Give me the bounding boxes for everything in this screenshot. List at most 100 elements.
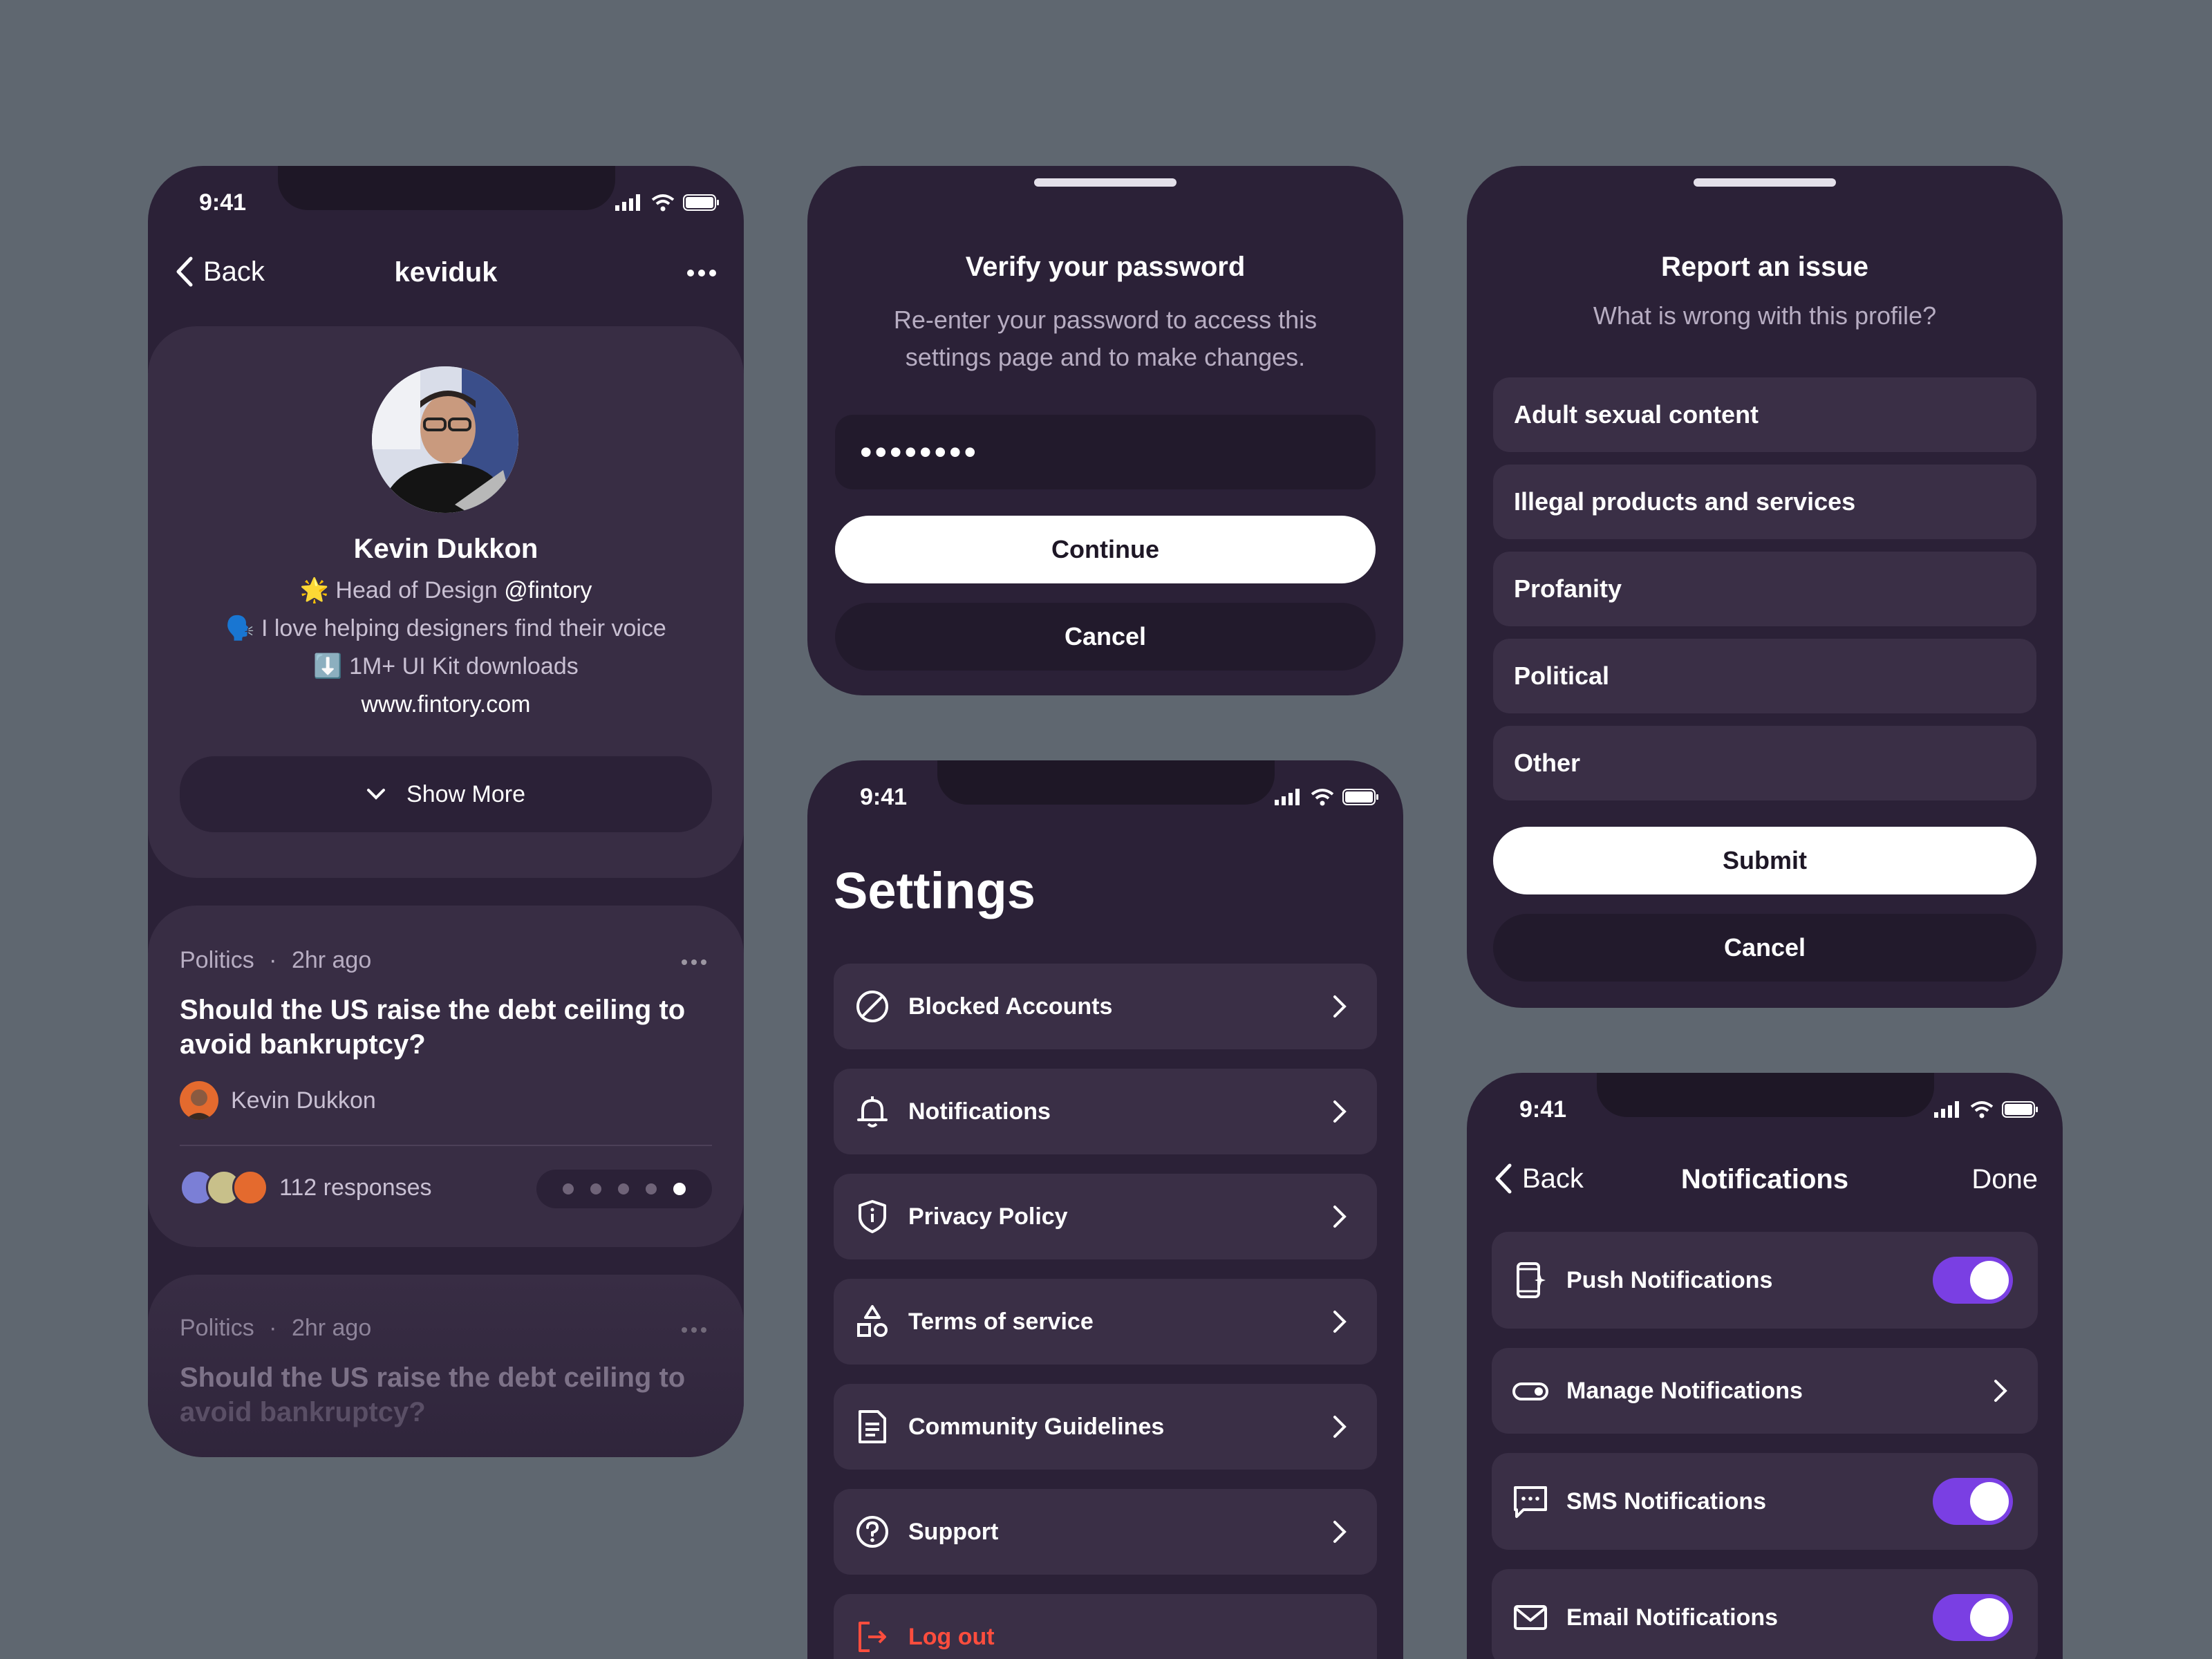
report-option-label: Adult sexual content: [1514, 400, 1759, 429]
battery-icon: [2002, 1101, 2038, 1118]
chevron-right-icon: [1994, 1380, 2007, 1402]
help-icon: [856, 1516, 888, 1548]
notification-item-manage[interactable]: Manage Notifications: [1492, 1348, 2038, 1434]
report-option-label: Other: [1514, 749, 1581, 777]
report-option-label: Profanity: [1514, 574, 1622, 603]
status-time: 9:41: [860, 784, 908, 810]
settings-screen: 9:41 Settings Blocked Accounts Notificat…: [807, 760, 1403, 1659]
chat-bubble-icon: [1514, 1486, 1547, 1518]
settings-title: Settings: [834, 862, 1035, 919]
status-time: 9:41: [199, 189, 247, 216]
report-option[interactable]: Other: [1493, 726, 2036, 800]
cancel-button[interactable]: Cancel: [835, 603, 1376, 671]
status-icons: [1934, 1100, 2039, 1118]
post-options-icon[interactable]: [682, 1327, 706, 1333]
bio-handle[interactable]: @fintory: [504, 577, 592, 603]
bio-line-2: 🗣️ I love helping designers find their v…: [148, 615, 744, 642]
verify-password-sheet: Verify your password Re-enter your passw…: [807, 166, 1403, 695]
sheet-handle[interactable]: [1694, 178, 1836, 187]
post-author[interactable]: Kevin Dukkon: [180, 1081, 376, 1120]
bio-line-1: 🌟 Head of Design @fintory: [148, 577, 744, 604]
speech-emoji-icon: 🗣️: [225, 615, 255, 641]
post-options-icon[interactable]: [682, 959, 706, 965]
bell-icon: [857, 1096, 888, 1127]
post-title-line: avoid bankruptcy?: [180, 1029, 426, 1060]
post-title-line: avoid bankruptcy?: [180, 1397, 426, 1427]
report-option[interactable]: Political: [1493, 639, 2036, 713]
toggle-switch-icon: [1512, 1382, 1548, 1400]
page-dot[interactable]: [590, 1183, 601, 1194]
notification-item-push[interactable]: Push Notifications: [1492, 1232, 2038, 1329]
blocked-icon: [856, 991, 888, 1022]
report-option-label: Political: [1514, 662, 1610, 690]
page-dot[interactable]: [618, 1183, 629, 1194]
report-option[interactable]: Adult sexual content: [1493, 377, 2036, 452]
notification-item-label: SMS Notifications: [1566, 1488, 1767, 1515]
logout-label: Log out: [908, 1623, 995, 1650]
show-more-button[interactable]: Show More: [180, 756, 712, 832]
status-time: 9:41: [1519, 1096, 1567, 1123]
bio-downloads: 1M+ UI Kit downloads: [349, 653, 579, 679]
post-time: 2hr ago: [291, 1315, 372, 1341]
post-meta: Politics · 2hr ago: [180, 1315, 372, 1341]
settings-item-blocked-accounts[interactable]: Blocked Accounts: [834, 964, 1377, 1049]
cancel-button[interactable]: Cancel: [1493, 914, 2036, 982]
chevron-right-icon: [1333, 1521, 1347, 1543]
push-notifications-toggle[interactable]: [1933, 1257, 2013, 1304]
post-card[interactable]: Politics · 2hr ago Should the US raise t…: [148, 906, 744, 1247]
settings-item-community-guidelines[interactable]: Community Guidelines: [834, 1384, 1377, 1470]
settings-item-terms-of-service[interactable]: Terms of service: [834, 1279, 1377, 1365]
document-icon: [859, 1410, 886, 1443]
report-option[interactable]: Illegal products and services: [1493, 465, 2036, 539]
report-subtitle: What is wrong with this profile?: [1593, 301, 1937, 330]
report-option[interactable]: Profanity: [1493, 552, 2036, 626]
post-responses[interactable]: 112 responses: [180, 1170, 432, 1206]
chevron-right-icon: [1333, 1416, 1347, 1438]
shapes-icon: [857, 1305, 888, 1337]
signal-icon: [1275, 789, 1300, 805]
post-pagination[interactable]: [536, 1170, 712, 1208]
continue-button[interactable]: Continue: [835, 516, 1376, 583]
page-dot[interactable]: [646, 1183, 657, 1194]
profile-name: Kevin Dukkon: [353, 534, 538, 564]
page-dot[interactable]: [563, 1183, 574, 1194]
notification-item-email[interactable]: Email Notifications: [1492, 1569, 2038, 1659]
chevron-right-icon: [1333, 1100, 1347, 1123]
email-notifications-toggle[interactable]: [1933, 1594, 2013, 1641]
post-category[interactable]: Politics: [180, 947, 254, 973]
avatar[interactable]: [372, 366, 518, 513]
profile-website-link[interactable]: www.fintory.com: [148, 691, 744, 718]
more-options-icon[interactable]: [687, 270, 716, 276]
password-input[interactable]: ••••••••: [835, 415, 1376, 489]
post-title-line: Should the US raise the debt ceiling to: [180, 1362, 686, 1393]
signal-icon: [615, 194, 640, 211]
shield-icon: [859, 1200, 886, 1233]
device-notch: [937, 760, 1275, 805]
settings-item-notifications[interactable]: Notifications: [834, 1069, 1377, 1154]
phone-sparkle-icon: [1517, 1262, 1546, 1298]
settings-item-support[interactable]: Support: [834, 1489, 1377, 1575]
post-divider: [180, 1145, 712, 1146]
profile-username: keviduk: [394, 257, 498, 288]
post-category[interactable]: Politics: [180, 1315, 254, 1341]
logout-button[interactable]: Log out: [834, 1594, 1377, 1659]
author-avatar: [180, 1081, 218, 1120]
report-title: Report an issue: [1660, 252, 1869, 282]
battery-icon: [683, 194, 719, 211]
bio-role: Head of Design: [335, 577, 498, 603]
notification-item-sms[interactable]: SMS Notifications: [1492, 1453, 2038, 1550]
sms-notifications-toggle[interactable]: [1933, 1478, 2013, 1525]
sheet-handle[interactable]: [1034, 178, 1177, 187]
settings-item-label: Privacy Policy: [908, 1203, 1068, 1230]
page-dot-active[interactable]: [673, 1183, 686, 1195]
bio-text: I love helping designers find their voic…: [261, 615, 666, 641]
post-card[interactable]: Politics · 2hr ago Should the US raise t…: [148, 1275, 744, 1457]
settings-item-label: Community Guidelines: [908, 1413, 1165, 1440]
done-button[interactable]: Done: [1971, 1164, 2038, 1195]
mail-icon: [1514, 1605, 1547, 1630]
author-name: Kevin Dukkon: [231, 1087, 376, 1114]
submit-button[interactable]: Submit: [1493, 827, 2036, 894]
bio-line-3: ⬇️ 1M+ UI Kit downloads: [148, 653, 744, 680]
device-notch: [1597, 1073, 1934, 1117]
settings-item-privacy-policy[interactable]: Privacy Policy: [834, 1174, 1377, 1259]
